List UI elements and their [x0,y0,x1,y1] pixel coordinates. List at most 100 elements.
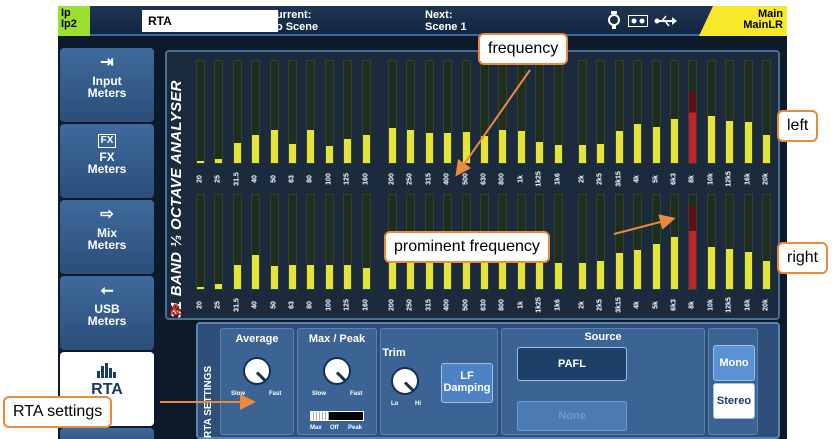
right-level-25 [215,284,223,289]
freq-text: 16k [744,299,752,311]
left-meter-12k5 [725,60,735,164]
right-level-50 [270,266,278,289]
max-peak-knob[interactable] [323,357,351,385]
cassette-icon[interactable] [628,15,648,27]
mix-indicator[interactable]: Main MainLR [699,6,787,36]
left-meter-250 [406,60,416,164]
right-meter-5k [651,194,661,290]
freq-text: 315 [425,299,433,311]
left-meter-630 [480,60,489,164]
sidebar-item-fx-meters[interactable]: FX FX Meters [60,124,154,198]
sidebar: ⇥ Input Meters FX FX Meters ⇨ Mix Meters… [58,42,156,439]
lf-damping-button[interactable]: LF Damping [441,363,493,403]
sidebar-item-label: Meters [87,238,127,252]
right-freq-label: 315 [420,292,438,318]
freq-text: 315 [425,173,433,185]
left-freq-label: 1k25 [530,166,548,192]
trim-section: Trim Lo Hi LF Damping [380,328,498,435]
max-peak-switch[interactable] [310,411,364,421]
right-level-1k25 [536,262,544,289]
stereo-button[interactable]: Stereo [713,383,755,419]
freq-text: 250 [406,299,414,311]
freq-text: 20 [196,301,204,309]
sidebar-item-more[interactable]: ▭ [60,428,154,439]
right-meter-3k15 [614,194,624,290]
left-level-630 [481,136,488,163]
right-level-8k [689,206,697,289]
left-freq-label: 100 [320,166,338,192]
left-level-800 [499,130,507,163]
right-meter-1k6 [553,194,563,290]
source-none-button[interactable]: None [517,401,627,431]
max-peak-label: Max / Peak [308,333,366,345]
right-freq-label: 400 [438,292,456,318]
trim-knob[interactable] [391,367,419,395]
callout-frequency: frequency [478,33,569,65]
left-freq-label: 160 [357,166,375,192]
next-label: Next: [425,9,453,21]
right-level-200 [389,262,396,289]
left-meter-100 [324,60,334,164]
average-min-label: Slow [231,391,246,397]
right-freq-label: 160 [357,292,375,318]
freq-text: 50 [270,301,278,309]
analyser-title: 31 BAND ⅓ OCTAVE ANALYSER [168,80,185,318]
sidebar-item-mix-meters[interactable]: ⇨ Mix Meters [60,200,154,274]
left-level-10k [707,116,715,163]
sidebar-item-usb-meters[interactable]: ⭠ USB Meters [60,276,154,350]
mono-button[interactable]: Mono [713,345,755,381]
average-section: Average Slow Fast [220,328,294,435]
right-level-63 [289,264,296,289]
freq-text: 400 [443,173,451,185]
right-freq-label: 20 [191,292,209,318]
right-meter-63 [288,194,297,290]
left-freq-label: 250 [401,166,419,192]
window-icon: ▭ [60,434,154,439]
output-icon: ⇨ [100,206,114,223]
left-meter-8k [688,60,698,164]
left-meter-125 [343,60,353,164]
left-freq-label: 25 [209,166,227,192]
layer-indicator[interactable]: Ip Ip2 [58,6,90,36]
freq-text: 500 [462,299,470,311]
next-scene[interactable]: Next: Scene 1 [425,9,467,33]
right-freq-label: 125 [338,292,356,318]
freq-text: 125 [343,299,351,311]
rta-settings-panel: RTA SETTINGS Average Slow Fast Max / Pea… [196,322,780,439]
left-level-50 [270,130,278,163]
right-freq-label: 25 [209,292,227,318]
right-freq-label: 5k [647,292,665,318]
average-knob[interactable] [243,357,271,385]
current-scene[interactable]: Current: No Scene [268,9,318,33]
usb-icon[interactable] [654,14,678,28]
callout-prominent-frequency: prominent frequency [384,231,550,263]
freq-text: 25 [214,301,222,309]
left-level-12k5 [726,121,734,163]
right-meter-20k [762,194,771,290]
callout-left: left [777,110,819,142]
freq-text: 160 [362,173,370,185]
freq-text: 40 [251,175,259,183]
source-pafl-button[interactable]: PAFL [517,347,627,381]
freq-text: 4k [633,175,641,183]
left-meter-3k15 [614,60,624,164]
right-freq-label: 1k6 [549,292,567,318]
sidebar-item-input-meters[interactable]: ⇥ Input Meters [60,48,154,122]
right-level-400 [444,262,452,289]
freq-text: 160 [362,299,370,311]
freq-text: 4k [633,301,641,309]
right-level-5k [652,243,660,289]
freq-text: 250 [406,173,414,185]
right-level-40 [252,255,260,289]
left-freq-label: 1k6 [549,166,567,192]
left-freq-label: 5k [647,166,665,192]
callout-right: right [777,242,829,274]
freq-text: 63 [288,175,296,183]
right-freq-label: 10k [702,292,720,318]
mic-icon[interactable] [606,11,622,31]
left-meter-315 [424,60,434,164]
freq-text: 630 [480,299,488,311]
usb-icon: ⭠ [100,282,114,299]
right-meter-4k [633,194,643,290]
lf-damping-line1: LF [460,370,474,382]
